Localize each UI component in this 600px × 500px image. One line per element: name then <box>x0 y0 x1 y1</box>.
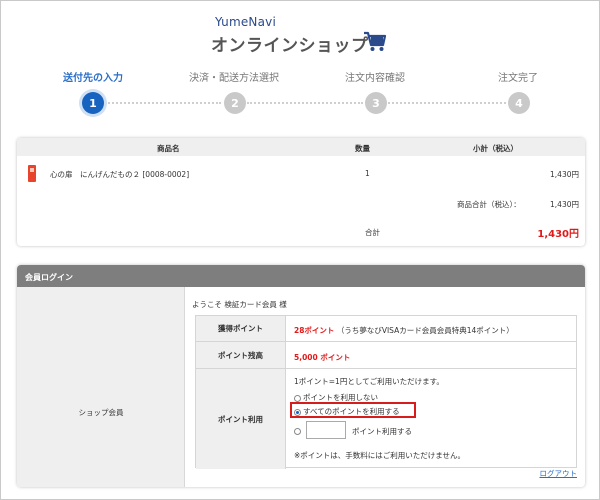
usage-label: ポイント利用 <box>196 369 286 469</box>
page-frame: YumeNavi オンラインショップ 送付先の入力 決済・配送方法選択 注文内容… <box>0 0 600 500</box>
logo-brand-text: YumeNavi <box>215 15 276 29</box>
step-label-3: 注文内容確認 <box>345 73 405 84</box>
cart-header-row: 商品名 数量 小計（税込） <box>17 138 585 156</box>
balance-label: ポイント残高 <box>196 342 286 368</box>
member-left-column: ショップ会員 <box>17 287 185 487</box>
points-table: 獲得ポイント 28ポイント （うち夢なびVISAカード会員会員特典14ポイント）… <box>195 315 577 469</box>
earned-points-value-wrap: 28ポイント （うち夢なびVISAカード会員会員特典14ポイント） <box>294 325 514 336</box>
step-label-1: 送付先の入力 <box>63 73 123 84</box>
total-label: 合計 <box>365 228 380 237</box>
radio-partial-points[interactable] <box>294 427 301 435</box>
product-thumbnail[interactable] <box>28 165 36 182</box>
step-circle-2: 2 <box>224 92 246 114</box>
earned-points-label: 獲得ポイント <box>196 316 286 341</box>
step-circle-1: 1 <box>82 92 104 114</box>
step-connector <box>388 102 506 104</box>
radio-no-points[interactable] <box>294 394 301 402</box>
product-quantity: 1 <box>365 169 370 178</box>
total-value: 1,430円 <box>537 229 579 240</box>
header-product: 商品名 <box>157 144 180 153</box>
usage-rate-text: 1ポイント=1円としてご利用いただけます。 <box>294 377 444 386</box>
header-quantity: 数量 <box>355 144 370 153</box>
selection-highlight <box>290 402 416 418</box>
cart-icon <box>364 31 387 51</box>
logo-title: オンラインショップ <box>211 36 369 56</box>
step-connector <box>105 102 221 104</box>
header-subtotal: 小計（税込） <box>473 144 518 153</box>
earned-points-row: 獲得ポイント 28ポイント （うち夢なびVISAカード会員会員特典14ポイント） <box>196 316 576 342</box>
logout-link[interactable]: ログアウト <box>540 468 578 479</box>
product-total-label: 商品合計（税込）： <box>457 200 521 209</box>
balance-row: ポイント残高 5,000 ポイント <box>196 342 576 369</box>
option-partial-points[interactable] <box>294 426 303 435</box>
earned-points-value: 28ポイント <box>294 326 335 335</box>
balance-value: 5,000 ポイント <box>294 353 351 362</box>
product-name[interactable]: 心の扉 にんげんだもの２ [0008-0002] <box>50 169 189 180</box>
option-no-points-label: ポイントを利用しない <box>303 393 378 402</box>
points-amount-input[interactable] <box>306 421 346 439</box>
member-login-panel: 会員ログイン ショップ会員 ようこそ 検証カード会員 様 獲得ポイント 28ポイ… <box>17 265 585 487</box>
welcome-message: ようこそ 検証カード会員 様 <box>192 300 287 309</box>
partial-points-suffix: ポイント利用する <box>352 427 412 436</box>
step-label-4: 注文完了 <box>498 73 538 84</box>
step-connector <box>247 102 363 104</box>
cart-summary: 商品名 数量 小計（税込） 心の扉 にんげんだもの２ [0008-0002] 1… <box>17 138 585 246</box>
usage-note: ※ポイントは、手数料にはご利用いただけません。 <box>294 451 466 460</box>
earned-points-note: （うち夢なびVISAカード会員会員特典14ポイント） <box>336 326 514 335</box>
step-circle-4: 4 <box>508 92 530 114</box>
product-total-value: 1,430円 <box>550 200 579 209</box>
step-circle-3: 3 <box>365 92 387 114</box>
shop-logo[interactable]: YumeNavi オンラインショップ <box>211 15 401 59</box>
step-label-2: 決済・配送方法選択 <box>189 73 279 84</box>
section-title: 会員ログイン <box>17 265 585 287</box>
product-price: 1,430円 <box>550 170 579 179</box>
shop-member-label: ショップ会員 <box>78 408 124 417</box>
